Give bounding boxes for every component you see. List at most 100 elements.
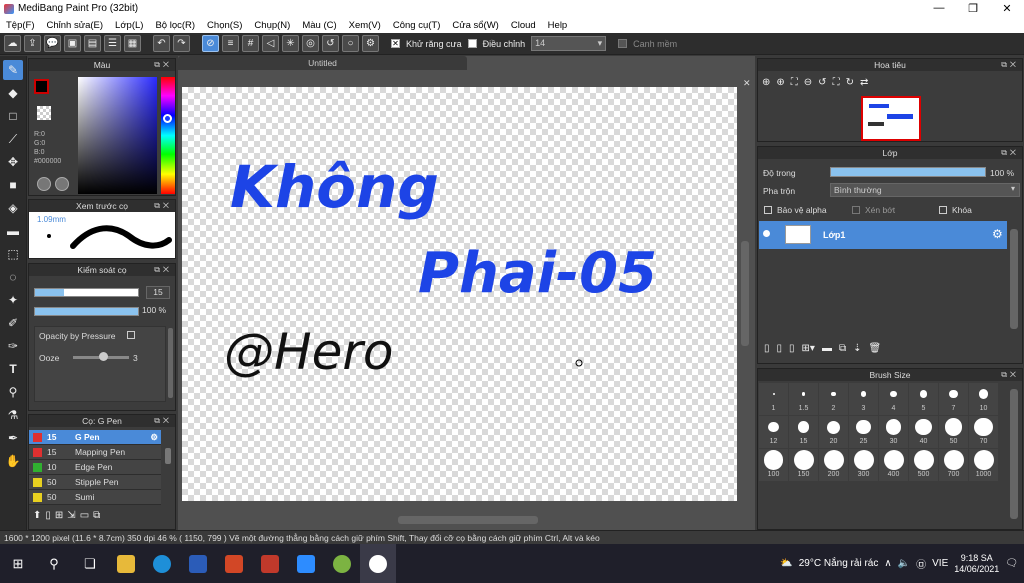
color-circle-icon[interactable]	[55, 177, 69, 191]
task-view-icon[interactable]: ❏	[72, 544, 108, 583]
brush-size-cell[interactable]: 10	[969, 383, 998, 415]
divide-tool-icon[interactable]: ⚲	[3, 382, 23, 402]
fill-rect-tool-icon[interactable]: ■	[3, 175, 23, 195]
clock[interactable]: 9:18 SA 14/06/2021	[954, 553, 999, 575]
canvas-vertical-scrollbar[interactable]	[741, 241, 749, 346]
brush-size-cell[interactable]: 40	[909, 416, 938, 448]
notification-icon[interactable]: 🗨	[1005, 558, 1018, 569]
menu-help[interactable]: Help	[542, 20, 574, 31]
curve-snap-icon[interactable]: ↺	[322, 35, 339, 52]
select-pen-tool-icon[interactable]: ✐	[3, 313, 23, 333]
zoom-icon[interactable]	[288, 544, 324, 583]
brush-size-cell[interactable]: 15	[789, 416, 818, 448]
ooze-knob[interactable]	[99, 352, 108, 361]
layers-scrollbar[interactable]	[1010, 229, 1018, 329]
brush-folder-icon[interactable]: ▭	[80, 510, 89, 521]
windows-start-icon[interactable]: ⊞	[0, 544, 36, 583]
medibang-taskbar-icon[interactable]	[360, 544, 396, 583]
brush-item[interactable]: 15 G Pen ⚙	[29, 430, 161, 445]
brush-item[interactable]: 15 Mapping Pen	[29, 445, 161, 460]
language-indicator[interactable]: VIE	[932, 558, 948, 569]
lasso-tool-icon[interactable]: ◌	[3, 267, 23, 287]
search-icon[interactable]: ⚲	[36, 544, 72, 583]
brush-size-cell[interactable]: 30	[879, 416, 908, 448]
brush-size-cell[interactable]: 700	[939, 449, 968, 481]
panel-buttons-icon[interactable]: ⧉✕	[154, 415, 172, 427]
page-icon[interactable]: ▤	[84, 35, 101, 52]
layer-opacity-slider[interactable]	[830, 167, 986, 177]
palette-icon[interactable]	[37, 177, 51, 191]
zoom-in-icon[interactable]: ⊕	[776, 77, 784, 88]
snap-soft-checkbox[interactable]	[618, 39, 628, 48]
brush-copy-icon[interactable]: ⧉	[93, 510, 100, 521]
brush-size-cell[interactable]: 50	[939, 416, 968, 448]
brush-export-icon[interactable]: ⇲	[67, 510, 75, 521]
hue-knob[interactable]	[163, 114, 172, 123]
brush-size-cell[interactable]: 12	[759, 416, 788, 448]
add-layer-dropdown-icon[interactable]: ⊞▾	[802, 343, 815, 354]
brush-size-cell[interactable]: 4	[879, 383, 908, 415]
eyedropper-tool-icon[interactable]: ⚗	[3, 405, 23, 425]
snap-settings-icon[interactable]: ⚙	[362, 35, 379, 52]
gradient-tool-icon[interactable]: ▬	[3, 221, 23, 241]
bucket-tool-icon[interactable]: ◈	[3, 198, 23, 218]
clipping-checkbox[interactable]	[852, 206, 860, 214]
share-icon[interactable]: ⇪	[24, 35, 41, 52]
weather-text[interactable]: 29°C Nắng rải rác	[799, 558, 879, 569]
undo-icon[interactable]: ↶	[153, 35, 170, 52]
brush-size-cell[interactable]: 1000	[969, 449, 998, 481]
menu-view[interactable]: Xem(V)	[343, 20, 387, 31]
blend-dropdown-icon[interactable]: ▾	[1011, 184, 1015, 193]
fit-icon[interactable]: ⛶	[791, 77, 798, 88]
brush-size-cell[interactable]: 1.5	[789, 383, 818, 415]
panel-buttons-icon[interactable]: ⧉✕	[154, 264, 172, 276]
brush-item[interactable]: 50 Sumi	[29, 490, 161, 505]
weather-icon[interactable]: ⛅	[780, 558, 792, 569]
brush-size-cell[interactable]: 7	[939, 383, 968, 415]
new-layer-8bit-icon[interactable]: ▯	[789, 343, 795, 354]
grid-icon[interactable]: ▦	[124, 35, 141, 52]
cloud-icon[interactable]: ☁	[4, 35, 21, 52]
restore-button[interactable]: ❐	[956, 2, 990, 15]
comment-icon[interactable]: 💬	[44, 35, 61, 52]
gear-icon[interactable]: ⚙	[150, 432, 158, 443]
foreground-color-swatch[interactable]	[34, 79, 49, 94]
brush-item[interactable]: 50 Stipple Pen	[29, 475, 161, 490]
tray-up-icon[interactable]: ∧	[884, 558, 891, 569]
menu-cloud[interactable]: Cloud	[505, 20, 542, 31]
brush-size-cell[interactable]: 150	[789, 449, 818, 481]
merge-layer-icon[interactable]: ⇣	[853, 343, 861, 354]
menu-layer[interactable]: Lớp(L)	[109, 20, 149, 31]
vanishing-snap-icon[interactable]: ◁	[262, 35, 279, 52]
ellipse-snap-icon[interactable]: ○	[342, 35, 359, 52]
lock-checkbox[interactable]	[939, 206, 947, 214]
menu-snap[interactable]: Chụp(N)	[248, 20, 296, 31]
ime-icon[interactable]: ㉤	[916, 556, 926, 571]
edge-icon[interactable]	[144, 544, 180, 583]
rotate-left-icon[interactable]: ↺	[818, 77, 826, 88]
brush-list-scrollbar[interactable]	[165, 448, 171, 464]
actual-size-icon[interactable]: ⛶	[833, 77, 840, 88]
panel-buttons-icon[interactable]: ⧉✕	[154, 59, 172, 71]
antialias-checkbox[interactable]: ✕	[391, 39, 400, 48]
menu-tools[interactable]: Công cụ(T)	[387, 20, 447, 31]
brush-size-cell[interactable]: 1	[759, 383, 788, 415]
panel-buttons-icon[interactable]: ⧉✕	[154, 200, 172, 212]
layer-settings-icon[interactable]: ⚙	[992, 227, 1003, 241]
background-color-swatch[interactable]	[37, 106, 51, 120]
close-button[interactable]: ✕	[990, 2, 1024, 15]
minimize-button[interactable]: —	[922, 2, 956, 15]
brush-size-cell[interactable]: 300	[849, 449, 878, 481]
brush-size-cell[interactable]: 500	[909, 449, 938, 481]
save-icon[interactable]: ▣	[64, 35, 81, 52]
file-explorer-icon[interactable]	[108, 544, 144, 583]
menu-file[interactable]: Tệp(F)	[0, 20, 41, 31]
adjust-combo[interactable]: 14	[531, 36, 607, 51]
circle-snap-icon[interactable]: ◎	[302, 35, 319, 52]
brush-size-cell[interactable]: 100	[759, 449, 788, 481]
eraser-tool-icon[interactable]: ◆	[3, 83, 23, 103]
brush-size-cell[interactable]: 200	[819, 449, 848, 481]
new-layer-icon[interactable]: ▯	[764, 343, 770, 354]
brush-size-cell[interactable]: 3	[849, 383, 878, 415]
brush-size-cell[interactable]: 2	[819, 383, 848, 415]
